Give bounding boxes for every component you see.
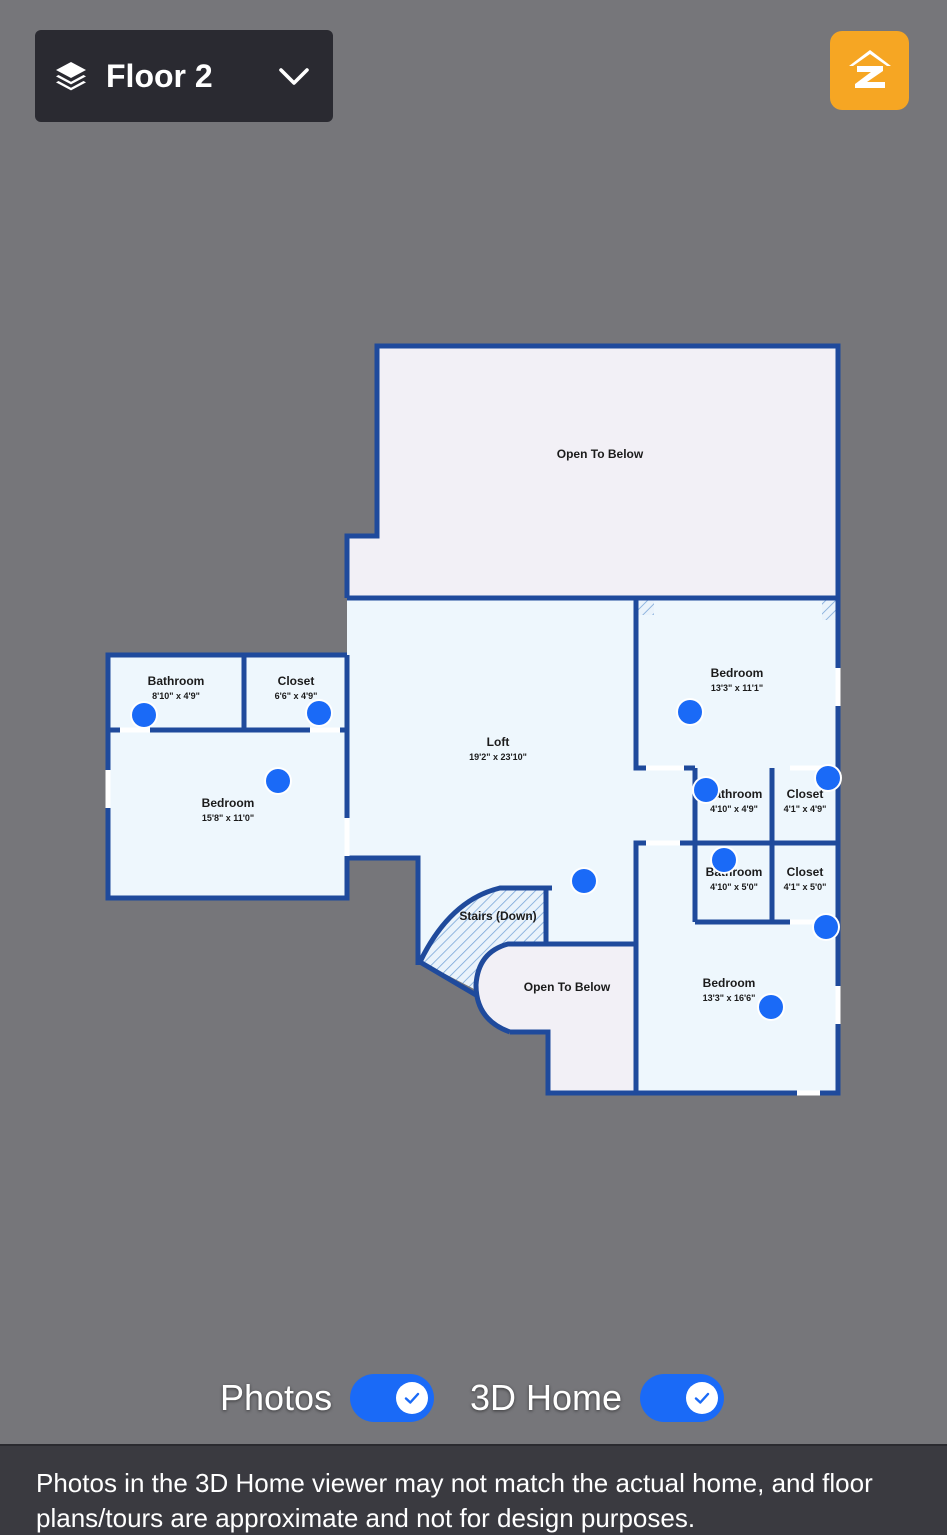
floor-plan: Open To Below Bathroom 8'10" x 4'9" Clos… bbox=[0, 0, 947, 1200]
checkmark-icon bbox=[686, 1382, 719, 1414]
room-name: Loft bbox=[487, 735, 510, 749]
floor-plan-drawing: Open To Below Bathroom 8'10" x 4'9" Clos… bbox=[105, 343, 841, 1096]
photo-point[interactable] bbox=[694, 778, 718, 802]
room-name: Bedroom bbox=[703, 976, 756, 990]
room-dims: 4'1" x 5'0" bbox=[784, 882, 827, 892]
room-dims: 4'1" x 4'9" bbox=[784, 804, 827, 814]
photo-point[interactable] bbox=[572, 869, 596, 893]
photo-point[interactable] bbox=[307, 701, 331, 725]
room-dims: 6'6" x 4'9" bbox=[275, 691, 318, 701]
room-name: Open To Below bbox=[524, 980, 611, 994]
photos-toggle-switch[interactable] bbox=[350, 1374, 435, 1422]
home3d-toggle-group: 3D Home bbox=[470, 1370, 725, 1426]
disclaimer-text: Photos in the 3D Home viewer may not mat… bbox=[36, 1468, 873, 1533]
room-name: Closet bbox=[787, 865, 824, 879]
room-name: Bedroom bbox=[202, 796, 255, 810]
photo-point[interactable] bbox=[814, 915, 838, 939]
photo-point[interactable] bbox=[266, 769, 290, 793]
home3d-toggle-label: 3D Home bbox=[470, 1377, 623, 1418]
photos-toggle-label: Photos bbox=[220, 1377, 333, 1418]
room-dims: 13'3" x 16'6" bbox=[703, 993, 756, 1003]
floor-plan-viewer: Floor 2 Open To Below Bathroom 8'10" x 4… bbox=[0, 0, 947, 1535]
photos-toggle-group: Photos bbox=[220, 1370, 435, 1426]
home3d-toggle-switch[interactable] bbox=[640, 1374, 725, 1422]
room-name: Closet bbox=[787, 787, 824, 801]
room-name: Open To Below bbox=[557, 447, 644, 461]
photo-point[interactable] bbox=[712, 848, 736, 872]
room-fill-open-to-below-top bbox=[347, 347, 838, 598]
disclaimer-bar: Photos in the 3D Home viewer may not mat… bbox=[0, 1444, 947, 1535]
room-name: Bathroom bbox=[148, 674, 205, 688]
photo-point[interactable] bbox=[816, 766, 840, 790]
room-fill-open-to-below-bottom bbox=[476, 944, 636, 1093]
room-dims: 4'10" x 5'0" bbox=[710, 882, 758, 892]
photo-point[interactable] bbox=[759, 995, 783, 1019]
room-name: Bedroom bbox=[711, 666, 764, 680]
room-name: Stairs (Down) bbox=[459, 909, 536, 923]
column-hatch-1 bbox=[638, 600, 654, 615]
column-hatch-2 bbox=[822, 600, 836, 620]
room-dims: 19'2" x 23'10" bbox=[469, 752, 527, 762]
room-dims: 15'8" x 11'0" bbox=[202, 813, 254, 823]
room-dims: 8'10" x 4'9" bbox=[152, 691, 200, 701]
room-dims: 4'10" x 4'9" bbox=[710, 804, 758, 814]
checkmark-icon bbox=[396, 1382, 429, 1414]
room-name: Closet bbox=[278, 674, 315, 688]
room-dims: 13'3" x 11'1" bbox=[711, 683, 763, 693]
view-toggles: Photos 3D Home bbox=[0, 1370, 947, 1426]
photo-point[interactable] bbox=[132, 703, 156, 727]
photo-point[interactable] bbox=[678, 700, 702, 724]
